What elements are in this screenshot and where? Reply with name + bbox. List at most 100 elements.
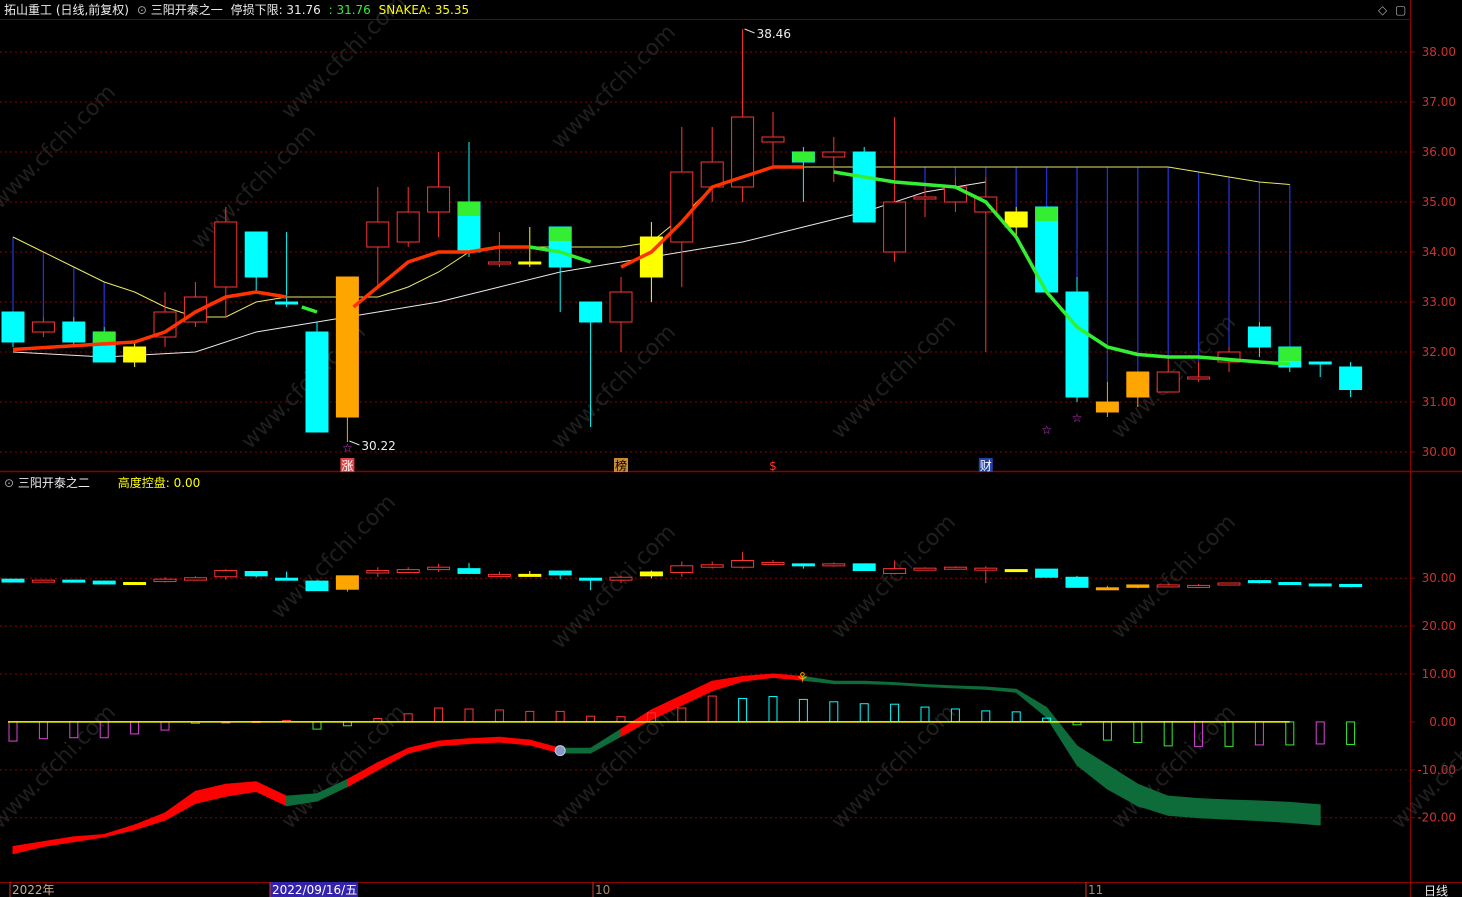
main-tick-label: 37.00 [1422,95,1456,109]
candle-body [366,221,390,248]
watermark: www.cfchi.com [827,310,961,444]
main-tick-label: 30.00 [1422,445,1456,459]
candle-top-green [1278,347,1301,361]
maximize-icon[interactable]: ▢ [1395,3,1406,17]
main-tick-label: 34.00 [1422,245,1456,259]
mini-candle-body [366,570,390,574]
trend-band [924,684,956,689]
mini-candle-body [1095,587,1119,591]
mini-candle-body [883,568,907,574]
mini-candle-body [1247,580,1271,584]
mini-candle-body [1,578,25,583]
sub-chart-header: ⊙ 三阳开泰之二 高度控盘: 0.00 [4,475,200,491]
sub-indicator-name[interactable]: 三阳开泰之二 [18,476,90,490]
mini-candle-body [548,570,572,576]
stop-loss-line [301,305,318,314]
main-chart-header: 拓山重工 (日线,前复权) ⊙ 三阳开泰之一 停损下限: 31.76 : 31.… [4,2,469,18]
candle-body [31,321,55,333]
stock-title[interactable]: 拓山重工 (日线,前复权) [4,3,129,17]
x-axis-label: 2022年 [12,883,55,897]
mini-candle-body [518,573,542,577]
event-mark: 榜 [615,458,627,473]
trend-band [742,673,774,682]
mini-candle-body [670,565,694,573]
histogram-bar [494,709,504,723]
trend-band [894,682,926,688]
candle-body [1156,371,1180,393]
histogram-bar [707,695,717,723]
candle-body [609,291,633,323]
sub-indicator-toggle-icon[interactable]: ⊙ [4,476,14,490]
candle-body [427,186,451,213]
indicator-toggle-icon[interactable]: ⊙ [137,3,147,17]
trend-band [377,747,409,771]
trend-band [42,836,75,848]
histogram-bar [738,697,748,723]
histogram-bar [555,710,565,723]
event-mark: 涨 [341,458,353,473]
mini-candle-body [579,577,603,581]
watermark: www.cfchi.com [267,490,401,624]
diamond-icon[interactable]: ◇ [1378,3,1387,17]
mini-candle-body [1004,569,1028,573]
histogram-bar [525,710,535,723]
histogram-bar [1285,721,1295,746]
candle-body [1339,366,1363,390]
candle-top-green [458,202,480,216]
trend-band [498,736,531,746]
mini-candle-body [275,577,299,581]
candle-top-green [792,152,815,162]
high-label-arrow [744,28,755,34]
mini-candle-body [1217,582,1241,586]
snowflake-icon [554,745,566,757]
mini-candle-body [1065,576,1089,588]
candle-top-green [1035,207,1058,221]
stock-chart[interactable]: 38.00 37.00 36.00 35.00 34.00 33.00 32.00 31.00… [0,0,1462,897]
high-label: 38.46 [757,27,791,41]
histogram-bar [1102,721,1112,741]
x-axis-label: 11 [1088,883,1103,897]
candle-body [1,311,25,343]
mini-candle-body [1308,583,1332,587]
mini-candle-body [183,577,207,581]
stop-loss-value: : 31.76 [328,3,371,17]
histogram-bar [464,708,474,723]
candle-body [487,261,511,265]
candle-body [1308,361,1332,365]
candle-body [1247,326,1271,348]
histogram-bar [1011,711,1021,723]
watermark: www.cfchi.com [277,0,411,124]
mini-candle-body [153,578,177,583]
candle-body [883,201,907,253]
mini-candle-body [791,563,815,567]
trend-band [954,685,987,690]
snakea-value: SNAKEA: 35.35 [378,3,470,17]
candle-body [62,321,86,343]
trend-band [985,686,1017,693]
histogram-bar [677,707,687,723]
main-tick-label: 33.00 [1422,295,1456,309]
mini-candle-body [1187,584,1211,588]
trend-band [164,790,196,821]
histogram-bar [859,703,869,723]
watermark: www.cfchi.com [0,700,121,834]
candle-body [335,276,359,418]
star-icon: ☆ [1072,411,1083,425]
trend-band [711,675,744,692]
histogram-bar [1163,721,1173,747]
trend-band [255,781,288,807]
histogram-bar [798,698,808,723]
trend-band [1015,688,1048,719]
mini-candle-body [974,567,998,571]
trend-band [225,781,257,797]
x-axis-label: 10 [595,883,610,897]
mini-candle-body [943,566,967,570]
trend-band [1258,800,1291,824]
trend-band [1198,798,1230,820]
stop-loss-line [352,245,530,309]
indicator-name[interactable]: 三阳开泰之一 [151,3,223,17]
trend-band [1228,799,1260,822]
candle-body [579,301,603,323]
histogram-bar [8,721,18,742]
histogram-bar [981,710,991,723]
